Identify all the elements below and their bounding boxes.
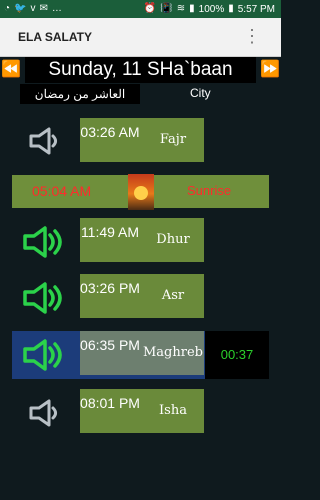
maghreb-countdown: 00:37 xyxy=(205,331,269,379)
date-label: Sunday, 11 SHa`baan xyxy=(25,57,256,83)
maghreb-time-box: 06:35 PM Maghreb xyxy=(80,331,204,375)
speaker-on-icon xyxy=(23,226,62,258)
signal-icon: ▮ xyxy=(189,3,195,14)
speaker-on-icon xyxy=(23,339,62,371)
dhur-name: Dhur xyxy=(156,232,190,247)
speaker-off-icon xyxy=(29,399,57,427)
clock-text: 5:57 PM xyxy=(237,3,275,15)
date-navigation: ⏪ Sunday, 11 SHa`baan ⏩ xyxy=(0,57,281,83)
sunrise-time: 05:04 AM xyxy=(32,183,92,199)
sunrise-label: Sunrise xyxy=(187,183,232,198)
speaker-toggle-dhur[interactable] xyxy=(20,224,64,258)
speaker-toggle-maghreb[interactable] xyxy=(20,337,64,371)
next-day-button[interactable]: ⏩ xyxy=(259,60,281,80)
city-label[interactable]: City xyxy=(190,86,211,100)
asr-time-box: 03:26 PM Asr xyxy=(80,274,204,318)
previous-day-button[interactable]: ⏪ xyxy=(0,60,22,80)
speaker-toggle-isha[interactable] xyxy=(25,396,69,430)
fajr-time-box: 03:26 AM Fajr xyxy=(80,118,204,162)
status-right: ⏰ 📳 ≋ ▮ 100% ▮ 5:57 PM xyxy=(144,3,275,15)
speaker-on-icon xyxy=(23,282,62,314)
asr-time: 03:26 PM xyxy=(80,280,140,296)
isha-time: 08:01 PM xyxy=(80,395,140,411)
overflow-menu-icon[interactable]: ⋮ xyxy=(243,27,261,45)
fajr-name: Fajr xyxy=(159,132,187,147)
more-icon: … xyxy=(51,3,62,14)
hijri-date: العاشر من رمضان xyxy=(20,84,140,104)
speaker-toggle-fajr[interactable] xyxy=(25,124,69,158)
status-left: ◔ 🐦 v ✉ … xyxy=(4,3,62,15)
speaker-toggle-asr[interactable] xyxy=(20,280,64,314)
fajr-time: 03:26 AM xyxy=(80,124,140,140)
vimeo-icon: v xyxy=(30,3,36,14)
battery-icon: ▮ xyxy=(228,3,234,14)
maghreb-name: Maghreb xyxy=(143,345,203,360)
asr-name: Asr xyxy=(161,288,185,303)
twitter-icon: 🐦 xyxy=(14,3,27,14)
isha-time-box: 08:01 PM Isha xyxy=(80,389,204,433)
whatsapp-icon: ◔ xyxy=(4,3,11,14)
app-bar: ELA SALATY ⋮ xyxy=(0,18,281,57)
dhur-time-box: 11:49 AM Dhur xyxy=(80,218,204,262)
status-bar: ◔ 🐦 v ✉ … ⏰ 📳 ≋ ▮ 100% ▮ 5:57 PM xyxy=(0,0,281,18)
wifi-icon: ≋ xyxy=(176,3,186,14)
isha-name: Isha xyxy=(159,403,187,418)
alarm-icon: ⏰ xyxy=(143,3,157,14)
mail-icon: ✉ xyxy=(39,3,48,14)
app-title: ELA SALATY xyxy=(18,30,92,44)
speaker-off-icon xyxy=(29,127,57,155)
maghreb-time: 06:35 PM xyxy=(80,337,140,353)
sunrise-icon xyxy=(128,174,154,210)
vibrate-icon: 📳 xyxy=(160,3,173,14)
battery-text: 100% xyxy=(198,3,225,15)
dhur-time: 11:49 AM xyxy=(80,224,140,240)
